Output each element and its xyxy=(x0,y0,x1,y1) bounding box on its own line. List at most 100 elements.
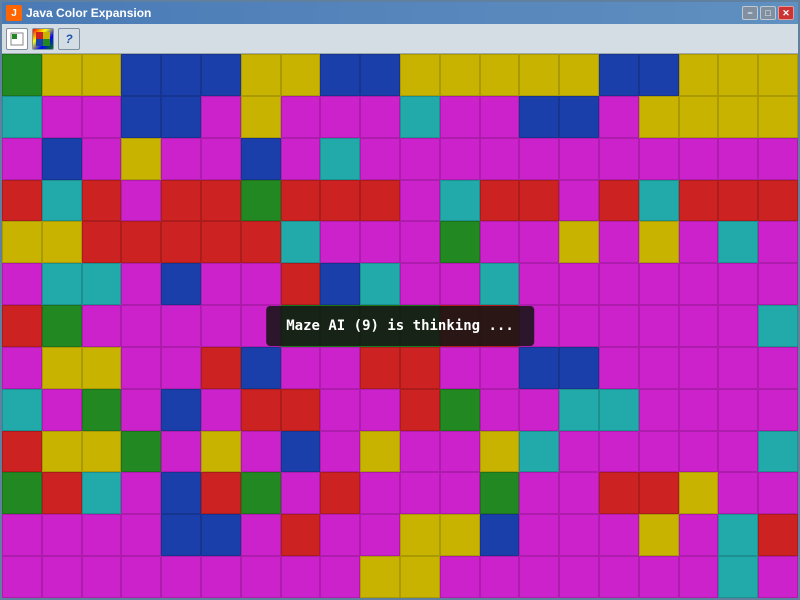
grid-cell xyxy=(281,180,321,222)
grid-cell xyxy=(121,138,161,180)
grid-cell xyxy=(241,347,281,389)
grid-cell xyxy=(281,472,321,514)
grid-cell xyxy=(758,221,798,263)
grid-cell xyxy=(559,514,599,556)
grid-cell xyxy=(599,514,639,556)
grid-cell xyxy=(42,556,82,598)
grid-cell xyxy=(201,305,241,347)
grid-cell xyxy=(519,347,559,389)
grid-cell xyxy=(161,54,201,96)
grid-cell xyxy=(639,54,679,96)
grid-cell xyxy=(480,138,520,180)
grid-cell xyxy=(480,556,520,598)
grid-cell xyxy=(519,54,559,96)
grid-cell xyxy=(360,472,400,514)
grid-cell xyxy=(440,180,480,222)
grid-cell xyxy=(281,221,321,263)
grid-cell xyxy=(42,347,82,389)
grid-cell xyxy=(281,431,321,473)
grid-cell xyxy=(599,138,639,180)
grid-cell xyxy=(121,472,161,514)
toolbar-button-1[interactable] xyxy=(6,28,28,50)
grid-cell xyxy=(639,389,679,431)
grid-cell xyxy=(718,472,758,514)
grid-cell xyxy=(559,263,599,305)
grid-cell xyxy=(320,96,360,138)
grid-cell xyxy=(559,431,599,473)
grid-cell xyxy=(480,347,520,389)
grid-cell xyxy=(320,263,360,305)
grid-cell xyxy=(201,389,241,431)
grid-cell xyxy=(241,556,281,598)
grid-cell xyxy=(679,138,719,180)
grid-cell xyxy=(480,514,520,556)
grid-cell xyxy=(639,221,679,263)
minimize-button[interactable]: − xyxy=(742,6,758,20)
grid-cell xyxy=(639,514,679,556)
grid-cell xyxy=(161,347,201,389)
grid-cell xyxy=(281,514,321,556)
toolbar-button-2[interactable] xyxy=(32,28,54,50)
grid-cell xyxy=(679,556,719,598)
grid-cell xyxy=(519,389,559,431)
grid-cell xyxy=(559,221,599,263)
grid-cell xyxy=(2,221,42,263)
window-icon: J xyxy=(6,5,22,21)
grid-cell xyxy=(320,180,360,222)
grid-cell xyxy=(320,472,360,514)
grid-cell xyxy=(121,389,161,431)
grid-cell xyxy=(161,389,201,431)
grid-cell xyxy=(42,221,82,263)
grid-cell xyxy=(201,431,241,473)
grid-cell xyxy=(718,514,758,556)
close-button[interactable]: ✕ xyxy=(778,6,794,20)
grid-cell xyxy=(201,263,241,305)
grid-cell xyxy=(42,180,82,222)
grid-cell xyxy=(241,431,281,473)
grid-cell xyxy=(201,138,241,180)
grid-cell xyxy=(2,305,42,347)
grid-cell xyxy=(519,514,559,556)
grid-cell xyxy=(519,138,559,180)
help-button[interactable]: ? xyxy=(58,28,80,50)
grid-cell xyxy=(121,556,161,598)
grid-cell xyxy=(320,431,360,473)
grid-cell xyxy=(82,96,122,138)
grid-cell xyxy=(360,96,400,138)
grid-cell xyxy=(440,389,480,431)
maximize-button[interactable]: □ xyxy=(760,6,776,20)
grid-cell xyxy=(400,347,440,389)
grid-cell xyxy=(320,556,360,598)
grid-cell xyxy=(360,347,400,389)
grid-cell xyxy=(559,389,599,431)
grid-cell xyxy=(718,54,758,96)
grid-cell xyxy=(360,138,400,180)
grid-cell xyxy=(758,305,798,347)
grid-cell xyxy=(121,514,161,556)
grid-cell xyxy=(201,556,241,598)
grid-cell xyxy=(82,514,122,556)
grid-cell xyxy=(718,305,758,347)
grid-cell xyxy=(2,389,42,431)
grid-cell xyxy=(599,221,639,263)
grid-cell xyxy=(639,556,679,598)
grid-cell xyxy=(42,263,82,305)
grid-cell xyxy=(82,389,122,431)
grid-cell xyxy=(718,138,758,180)
grid-cell xyxy=(599,472,639,514)
grid-cell xyxy=(42,96,82,138)
titlebar-left: J Java Color Expansion xyxy=(6,5,151,21)
grid-cell xyxy=(599,54,639,96)
grid-cell xyxy=(241,389,281,431)
grid-cell xyxy=(241,54,281,96)
grid-cell xyxy=(480,472,520,514)
grid-cell xyxy=(440,347,480,389)
grid-cell xyxy=(241,180,281,222)
grid-cell xyxy=(400,138,440,180)
grid-cell xyxy=(241,221,281,263)
grid-cell xyxy=(679,221,719,263)
grid-cell xyxy=(758,96,798,138)
grid-cell xyxy=(599,389,639,431)
grid-cell xyxy=(2,138,42,180)
grid-cell xyxy=(82,180,122,222)
